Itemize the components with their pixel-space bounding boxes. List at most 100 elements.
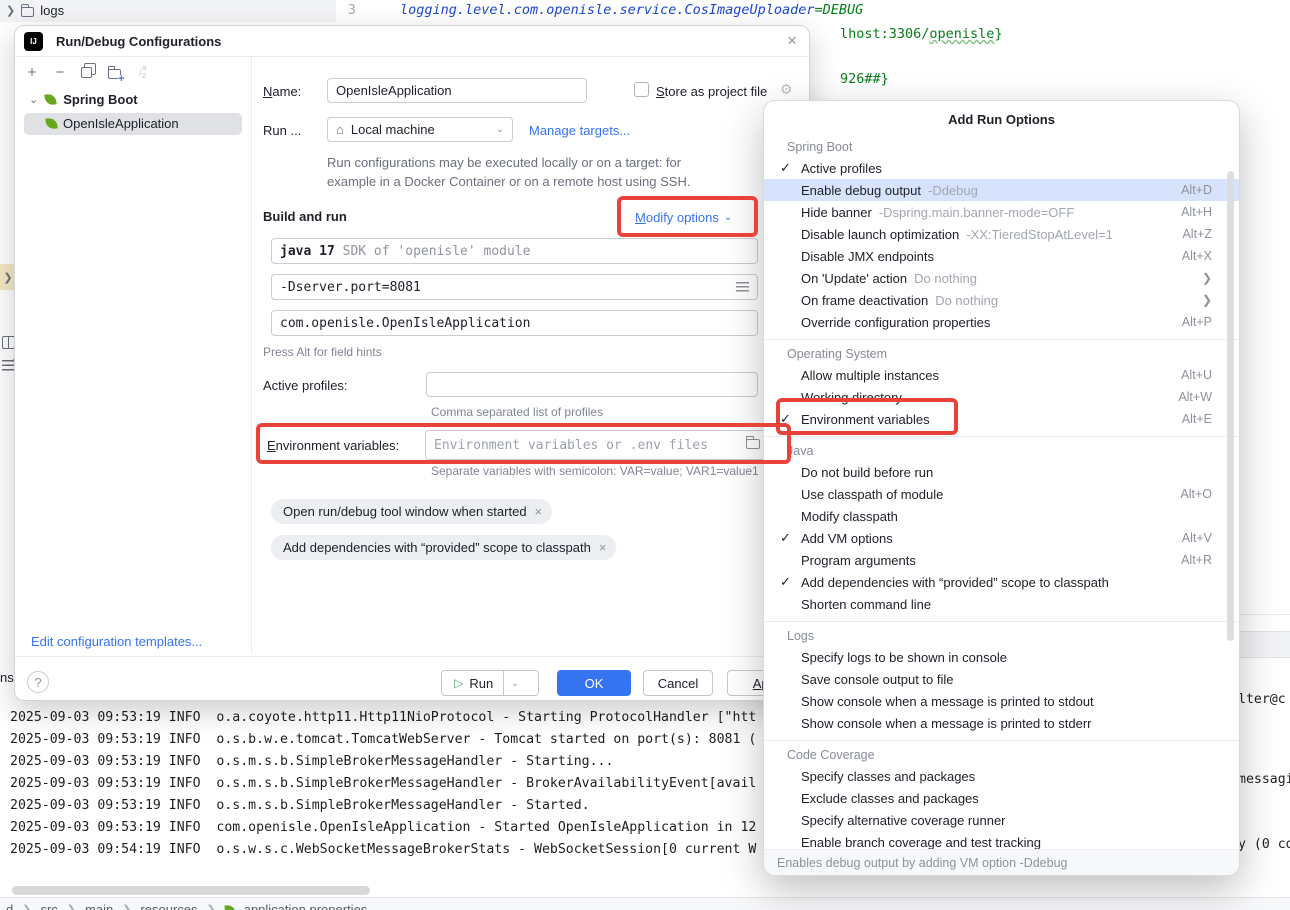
popup-section-spring-boot: Spring Boot ✓Active profiles Enable debu… — [764, 137, 1239, 333]
build-and-run-section-title: Build and run — [263, 209, 347, 224]
run-target-help: Run configurations may be executed local… — [327, 153, 690, 191]
folder-icon — [21, 7, 34, 17]
help-button[interactable]: ? — [27, 671, 49, 693]
menu-item[interactable]: Hide banner-Dspring.main.banner-mode=OFF… — [764, 201, 1239, 223]
breadcrumb-item[interactable]: src — [40, 902, 57, 910]
chevron-right-icon: ❯ — [67, 903, 76, 910]
menu-item[interactable]: Exclude classes and packages — [764, 787, 1239, 809]
menu-item[interactable]: ✓Active profiles — [764, 157, 1239, 179]
close-icon[interactable]: × — [599, 540, 607, 555]
popup-scrollbar[interactable] — [1227, 171, 1234, 641]
submenu-arrow-icon: ❯ — [1202, 271, 1212, 285]
name-input[interactable] — [327, 78, 587, 103]
menu-item[interactable]: Specify alternative coverage runner — [764, 809, 1239, 831]
menu-item[interactable]: On frame deactivationDo nothing❯ — [764, 289, 1239, 311]
popup-section-java: Java Do not build before run Use classpa… — [764, 436, 1239, 615]
tree-item-openisleapplication[interactable]: OpenIsleApplication — [46, 116, 179, 131]
menu-item[interactable]: Specify classes and packages — [764, 765, 1239, 787]
menu-item[interactable]: Disable launch optimization-XX:TieredSto… — [764, 223, 1239, 245]
breadcrumb-item[interactable]: main — [85, 902, 113, 910]
dialog-title: Run/Debug Configurations — [56, 34, 221, 49]
footer-divider — [15, 656, 809, 657]
active-profiles-label: Active profiles: — [263, 378, 348, 393]
name-label: Name: — [263, 84, 301, 99]
menu-item[interactable]: Modify classpath — [764, 505, 1239, 527]
editor-code-fragment: lhost:3306/openisle} — [840, 26, 1003, 42]
annotation-box-env-field — [256, 423, 791, 464]
spring-boot-icon — [45, 93, 57, 105]
tree-group-spring-boot[interactable]: ⌄ Spring Boot — [29, 92, 138, 107]
menu-item[interactable]: Shorten command line — [764, 593, 1239, 615]
option-chip[interactable]: Add dependencies with “provided” scope t… — [271, 535, 616, 560]
annotation-box-env-menu-item — [776, 398, 958, 435]
close-icon[interactable]: × — [535, 504, 543, 519]
project-tree-item-logs[interactable]: ❯ logs — [6, 3, 64, 18]
option-chip[interactable]: Open run/debug tool window when started … — [271, 499, 552, 524]
breadcrumb-item[interactable]: resources — [140, 902, 197, 910]
ok-button[interactable]: OK — [557, 670, 631, 696]
add-run-options-popup: Add Run Options Spring Boot ✓Active prof… — [763, 100, 1240, 876]
edit-configuration-templates-link[interactable]: Edit configuration templates... — [31, 634, 202, 649]
tree-item-label: OpenIsleApplication — [63, 116, 179, 131]
breadcrumb-bar: d ❯ src ❯ main ❯ resources ❯ application… — [0, 897, 1290, 910]
remove-configuration-button[interactable]: − — [51, 63, 69, 81]
breadcrumb-item[interactable]: application.properties — [244, 902, 368, 910]
cancel-button[interactable]: Cancel — [643, 670, 713, 696]
property-key: logging.level.com.openisle.service.CosIm… — [400, 2, 815, 18]
expand-field-icon[interactable] — [736, 282, 749, 292]
copy-configuration-button[interactable] — [77, 63, 95, 81]
store-as-project-file-checkbox[interactable] — [634, 82, 649, 97]
menu-item[interactable]: Do not build before run — [764, 461, 1239, 483]
menu-item[interactable]: Show console when a message is printed t… — [764, 690, 1239, 712]
checkmark-icon: ✓ — [780, 530, 791, 546]
vm-options-field[interactable]: -Dserver.port=8081 — [271, 274, 758, 300]
menu-item[interactable]: Specify logs to be shown in console — [764, 646, 1239, 668]
chevron-right-icon: ❯ — [6, 4, 15, 17]
breadcrumb-item[interactable]: d — [6, 902, 13, 910]
jdk-field[interactable]: java 17 SDK of 'openisle' module — [271, 238, 758, 264]
menu-item[interactable]: Show console when a message is printed t… — [764, 712, 1239, 734]
horizontal-scrollbar[interactable] — [12, 886, 370, 895]
popup-section-code-coverage: Code Coverage Specify classes and packag… — [764, 740, 1239, 853]
new-folder-button[interactable] — [105, 63, 123, 81]
submenu-arrow-icon: ❯ — [1202, 293, 1212, 307]
checkmark-icon: ✓ — [780, 160, 791, 176]
popup-title: Add Run Options — [764, 112, 1239, 127]
chevron-down-icon: ⌄ — [29, 93, 38, 106]
menu-item[interactable]: ✓Add dependencies with “provided” scope … — [764, 571, 1239, 593]
menu-item[interactable]: On 'Update' actionDo nothing❯ — [764, 267, 1239, 289]
chevron-down-icon[interactable]: ⌄ — [504, 678, 526, 689]
play-icon: ▷ — [454, 676, 463, 690]
menu-item[interactable]: Program argumentsAlt+R — [764, 549, 1239, 571]
menu-item[interactable]: Save console output to file — [764, 668, 1239, 690]
editor-line-number: 3 — [348, 3, 356, 18]
editor-code-fragment: 926##} — [840, 71, 889, 87]
run-debug-configurations-dialog: IJ Run/Debug Configurations × + − ↓az ⌄ … — [14, 25, 810, 701]
editor-code-line: logging.level.com.openisle.service.CosIm… — [400, 2, 863, 18]
menu-item[interactable]: ✓Add VM optionsAlt+V — [764, 527, 1239, 549]
manage-targets-link[interactable]: Manage targets... — [529, 123, 630, 138]
run-button[interactable]: ▷ Run ⌄ — [441, 670, 539, 696]
chevron-right-icon: ❯ — [22, 903, 31, 910]
gear-icon[interactable]: ⚙ — [780, 81, 793, 98]
console-toolbar-remnant — [1240, 631, 1290, 658]
new-folder-icon — [108, 69, 121, 79]
close-icon[interactable]: × — [787, 31, 797, 51]
run-target-select[interactable]: ⌂ Local machine ⌄ — [327, 117, 513, 142]
annotation-box-modify-options — [617, 196, 758, 237]
active-profiles-input[interactable] — [426, 372, 758, 397]
add-configuration-button[interactable]: + — [23, 63, 41, 81]
property-value: =DEBUG — [815, 2, 864, 18]
popup-menu: Spring Boot ✓Active profiles Enable debu… — [764, 137, 1239, 853]
menu-item-selected[interactable]: Enable debug output-DdebugAlt+D — [764, 179, 1239, 201]
menu-item[interactable]: Override configuration propertiesAlt+P — [764, 311, 1239, 333]
main-class-field[interactable]: com.openisle.OpenIsleApplication — [271, 310, 758, 336]
chevron-right-icon: ❯ — [207, 903, 216, 910]
spring-leaf-icon — [224, 904, 235, 910]
spring-boot-icon — [45, 117, 57, 129]
menu-item[interactable]: Disable JMX endpointsAlt+X — [764, 245, 1239, 267]
sort-configurations-button[interactable]: ↓az — [133, 63, 151, 81]
menu-item[interactable]: Allow multiple instancesAlt+U — [764, 364, 1239, 386]
menu-item[interactable]: Use classpath of moduleAlt+O — [764, 483, 1239, 505]
copy-icon — [81, 67, 92, 78]
